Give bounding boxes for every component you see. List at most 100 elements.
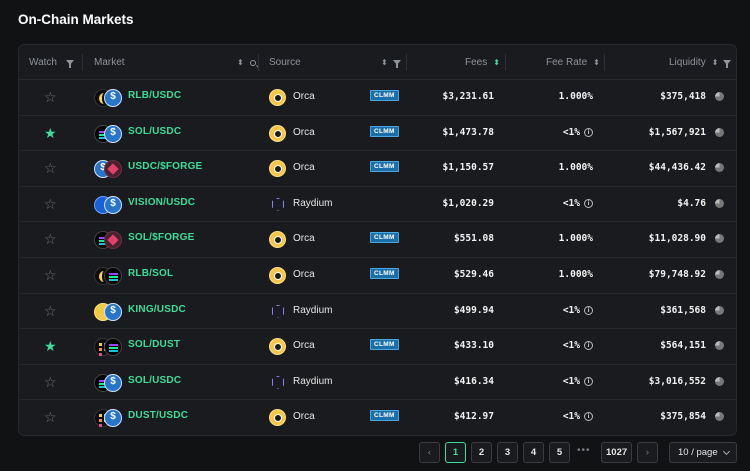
pie-chart-icon[interactable]	[715, 412, 724, 422]
watch-star-icon[interactable]: ☆	[44, 160, 57, 176]
header-source[interactable]: Source	[269, 45, 301, 80]
info-icon[interactable]: i	[584, 412, 593, 422]
page-button-4[interactable]: 4	[523, 442, 544, 463]
clmm-badge: CLMM	[370, 90, 399, 101]
table-row[interactable]: ☆ DUST/USDC Orca CLMM $412.97 <1% i $375,854	[19, 400, 736, 435]
market-link[interactable]: SOL/$FORGE	[128, 232, 194, 243]
watch-star-icon[interactable]: ☆	[44, 89, 57, 105]
fee-rate-cell: <1% i	[563, 376, 593, 387]
header-fee-rate[interactable]: Fee Rate ⬍	[546, 45, 600, 80]
pie-chart-icon[interactable]	[715, 163, 724, 173]
pie-chart-icon[interactable]	[715, 269, 724, 279]
page-button-1[interactable]: 1	[445, 442, 466, 463]
sol-token-icon	[104, 338, 122, 357]
market-link[interactable]: RLB/USDC	[128, 90, 181, 101]
fee-rate-value: <1%	[562, 304, 580, 316]
filter-icon[interactable]	[392, 60, 401, 68]
watch-star-icon[interactable]: ☆	[44, 409, 57, 425]
header-liquidity-label: Liquidity	[669, 57, 706, 68]
pie-chart-icon[interactable]	[715, 305, 724, 315]
fee-rate-cell: 1.000%	[559, 162, 593, 173]
info-icon[interactable]: i	[584, 127, 593, 137]
orca-icon	[269, 266, 286, 284]
pie-chart-icon[interactable]	[715, 234, 724, 244]
filter-icon[interactable]	[65, 60, 74, 68]
pie-chart-icon[interactable]	[715, 127, 724, 137]
usdc-token-icon	[104, 302, 122, 321]
header-fees[interactable]: Fees ⬍	[465, 45, 500, 80]
market-link[interactable]: KING/USDC	[128, 304, 186, 315]
prev-page-button[interactable]: ‹	[419, 442, 440, 463]
source-name: Orca	[293, 233, 315, 245]
liquidity-value: $44,436.42	[648, 162, 706, 174]
sort-active-icon[interactable]: ⬍	[493, 58, 500, 67]
header-watch[interactable]: Watch	[29, 45, 74, 80]
header-watch-label: Watch	[29, 57, 57, 68]
sort-icon[interactable]: ⬍	[381, 58, 388, 67]
info-icon[interactable]: i	[584, 198, 593, 208]
clmm-badge: CLMM	[370, 267, 399, 279]
watch-star-icon[interactable]: ☆	[44, 267, 57, 283]
sort-icon[interactable]: ⬍	[593, 58, 600, 67]
liquidity-value: $375,418	[660, 91, 706, 102]
page-button-5[interactable]: 5	[549, 442, 570, 463]
page-button-2[interactable]: 2	[471, 442, 492, 463]
market-link[interactable]: VISION/USDC	[128, 197, 195, 208]
table-row[interactable]: ☆ USDC/$FORGE Orca CLMM $1,150.57 1.000% $44,4…	[19, 151, 736, 187]
fees-value: $529.46	[453, 268, 494, 280]
fee-rate-value: <1%	[562, 375, 580, 387]
table-row[interactable]: ☆ RLB/SOL Orca CLMM $529.46 1.000% $79,748.92	[19, 258, 736, 294]
table-row[interactable]: ☆ SOL/USDC Raydium $416.34 <1% i $3,016,552	[19, 365, 736, 401]
usdc-token-icon	[104, 195, 122, 214]
page-button-3[interactable]: 3	[497, 442, 518, 463]
pagination-ellipsis[interactable]: •••	[577, 445, 591, 456]
watch-star-icon[interactable]: ★	[44, 125, 57, 141]
next-page-button[interactable]: ›	[637, 442, 658, 463]
filter-icon[interactable]	[723, 60, 732, 68]
clmm-badge: CLMM	[370, 232, 399, 244]
liquidity-value: $375,854	[660, 411, 706, 423]
fees-value: $499.94	[453, 304, 494, 316]
table-row[interactable]: ☆ VISION/USDC Raydium $1,020.29 <1% i $4.76	[19, 187, 736, 223]
fee-rate-cell: 1.000%	[559, 269, 593, 280]
info-icon[interactable]: i	[584, 341, 593, 351]
pie-chart-icon[interactable]	[715, 92, 724, 101]
market-link[interactable]: SOL/USDC	[128, 126, 181, 137]
watch-star-icon[interactable]: ☆	[44, 196, 57, 212]
info-icon[interactable]: i	[584, 376, 593, 386]
table-row[interactable]: ★ SOL/DUST Orca CLMM $433.10 <1% i $564,151	[19, 329, 736, 365]
liquidity-value: $361,568	[660, 304, 706, 316]
orca-icon	[269, 231, 286, 249]
table-row[interactable]: ☆ SOL/$FORGE Orca CLMM $551.08 1.000% $11,028.…	[19, 222, 736, 258]
pie-chart-icon[interactable]	[715, 341, 724, 351]
market-link[interactable]: SOL/USDC	[128, 375, 181, 386]
page-button-last[interactable]: 1027	[601, 442, 633, 463]
column-divider	[258, 54, 259, 71]
orca-icon	[269, 89, 286, 106]
pie-chart-icon[interactable]	[715, 376, 724, 386]
market-link[interactable]: SOL/DUST	[128, 339, 180, 350]
page-size-select[interactable]: 10 / page	[669, 442, 737, 463]
sort-icon[interactable]: ⬍	[237, 58, 244, 67]
usdc-token-icon	[104, 89, 122, 107]
info-icon[interactable]: i	[584, 305, 593, 315]
sort-icon[interactable]: ⬍	[712, 58, 719, 67]
table-row[interactable]: ★ SOL/USDC Orca CLMM $1,473.78 <1% i $1,567,921	[19, 116, 736, 152]
market-link[interactable]: DUST/USDC	[128, 410, 188, 421]
header-market-tools: ⬍	[231, 45, 256, 80]
table-row[interactable]: ☆ KING/USDC Raydium $499.94 <1% i $361,568	[19, 294, 736, 330]
watch-star-icon[interactable]: ☆	[44, 231, 57, 247]
source-name: Orca	[293, 126, 315, 138]
watch-star-icon[interactable]: ☆	[44, 374, 57, 390]
market-link[interactable]: USDC/$FORGE	[128, 161, 202, 172]
watch-star-icon[interactable]: ☆	[44, 303, 57, 319]
table-row[interactable]: ☆ RLB/USDC Orca CLMM $3,231.61 1.000% $375,418	[19, 80, 736, 116]
watch-star-icon[interactable]: ★	[44, 338, 57, 354]
raydium-icon	[269, 196, 286, 213]
market-link[interactable]: RLB/SOL	[128, 268, 173, 279]
fees-value: $3,231.61	[442, 91, 494, 102]
search-icon[interactable]	[249, 59, 256, 66]
header-market[interactable]: Market	[94, 45, 125, 80]
header-liquidity[interactable]: Liquidity ⬍	[669, 45, 732, 80]
pie-chart-icon[interactable]	[715, 198, 724, 208]
